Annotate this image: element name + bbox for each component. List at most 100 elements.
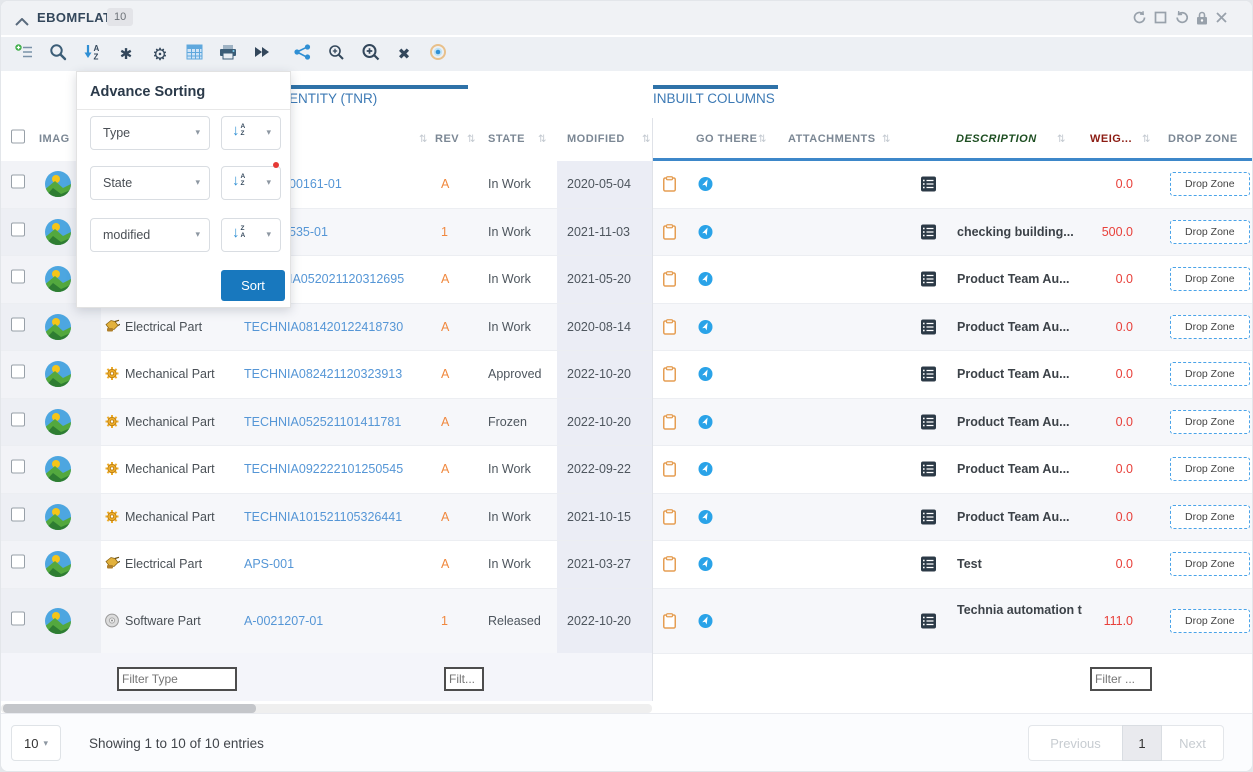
filter-rev-input[interactable] xyxy=(444,667,484,691)
attachment-globe-icon[interactable] xyxy=(698,319,713,334)
sort-field-select-2[interactable]: State ▾ xyxy=(90,166,210,200)
part-thumbnail[interactable] xyxy=(45,171,71,197)
row-checkbox[interactable] xyxy=(11,555,25,574)
go-there-clipboard-icon[interactable] xyxy=(663,613,676,629)
description-table-icon[interactable] xyxy=(921,224,936,239)
part-name-link[interactable]: APS-001 xyxy=(244,557,294,571)
clear-button[interactable]: ✖ xyxy=(387,39,421,69)
part-thumbnail[interactable] xyxy=(45,551,71,577)
undo-icon[interactable] xyxy=(1174,10,1189,25)
filter-type-input[interactable] xyxy=(117,667,237,691)
sort-direction-select-1[interactable]: ↓AZ ▾ xyxy=(221,116,281,150)
drop-zone-button[interactable]: Drop Zone xyxy=(1170,457,1250,481)
part-thumbnail[interactable] xyxy=(45,456,71,482)
attachment-globe-icon[interactable] xyxy=(698,272,713,287)
row-checkbox[interactable] xyxy=(11,611,25,630)
part-thumbnail[interactable] xyxy=(45,219,71,245)
column-header-image[interactable]: IMAG xyxy=(39,133,70,145)
drop-zone-button[interactable]: Drop Zone xyxy=(1170,267,1250,291)
part-name-link[interactable]: TECHNIA101521105326441 xyxy=(244,510,402,524)
advanced-sort-button[interactable]: AZ xyxy=(75,39,109,69)
row-checkbox[interactable] xyxy=(11,365,25,384)
part-name-link[interactable]: A-0021207-01 xyxy=(244,614,323,628)
current-page-button[interactable]: 1 xyxy=(1122,725,1162,761)
description-table-icon[interactable] xyxy=(921,509,936,524)
attachment-globe-icon[interactable] xyxy=(698,509,713,524)
lock-icon[interactable] xyxy=(1196,11,1208,25)
go-there-clipboard-icon[interactable] xyxy=(663,556,676,572)
select-all-checkbox[interactable] xyxy=(11,130,25,149)
go-there-clipboard-icon[interactable] xyxy=(663,414,676,430)
go-there-clipboard-icon[interactable] xyxy=(663,319,676,335)
drop-zone-button[interactable]: Drop Zone xyxy=(1170,410,1250,434)
attachment-globe-icon[interactable] xyxy=(698,613,713,628)
description-table-icon[interactable] xyxy=(921,613,936,628)
sort-direction-select-2[interactable]: ↓AZ ▾ xyxy=(221,166,281,200)
print-button[interactable] xyxy=(211,39,245,69)
part-name-link[interactable]: 00161-01 xyxy=(289,177,342,191)
description-table-icon[interactable] xyxy=(921,177,936,192)
sort-arrows-icon[interactable]: ⇅ xyxy=(419,134,427,145)
drop-zone-button[interactable]: Drop Zone xyxy=(1170,172,1250,196)
attachment-globe-icon[interactable] xyxy=(698,177,713,192)
part-thumbnail[interactable] xyxy=(45,266,71,292)
attachment-globe-icon[interactable] xyxy=(698,367,713,382)
go-there-clipboard-icon[interactable] xyxy=(663,271,676,287)
column-header-modified[interactable]: MODIFIED xyxy=(567,133,625,145)
zoom-in-button[interactable] xyxy=(353,39,387,69)
description-table-icon[interactable] xyxy=(921,272,936,287)
column-header-state[interactable]: STATE xyxy=(488,133,525,145)
restore-window-icon[interactable] xyxy=(1154,11,1167,24)
part-name-link[interactable]: IA052021120312695 xyxy=(289,272,404,286)
part-name-link[interactable]: TECHNIA082421120323913 xyxy=(244,367,402,381)
row-checkbox[interactable] xyxy=(11,460,25,479)
row-checkbox[interactable] xyxy=(11,175,25,194)
expand-all-button[interactable] xyxy=(245,39,279,69)
zoom-search-button[interactable] xyxy=(319,39,353,69)
attachment-globe-icon[interactable] xyxy=(698,224,713,239)
search-button[interactable] xyxy=(41,39,75,69)
drop-zone-button[interactable]: Drop Zone xyxy=(1170,362,1250,386)
description-table-icon[interactable] xyxy=(921,414,936,429)
filter-weight-input[interactable] xyxy=(1090,667,1152,691)
add-row-button[interactable] xyxy=(7,39,41,69)
sort-arrows-icon[interactable]: ⇅ xyxy=(467,134,475,145)
go-there-clipboard-icon[interactable] xyxy=(663,366,676,382)
settings-button[interactable]: ⚙ xyxy=(143,39,177,69)
drop-zone-button[interactable]: Drop Zone xyxy=(1170,220,1250,244)
table-view-button[interactable] xyxy=(177,39,211,69)
column-header-attachments[interactable]: ATTACHMENTS xyxy=(788,133,876,145)
part-thumbnail[interactable] xyxy=(45,409,71,435)
sort-field-select-1[interactable]: Type ▾ xyxy=(90,116,210,150)
part-name-link[interactable]: TECHNIA081420122418730 xyxy=(244,320,403,334)
column-header-weight[interactable]: WEIG... xyxy=(1090,133,1132,145)
sort-button[interactable]: Sort xyxy=(221,270,285,301)
row-checkbox[interactable] xyxy=(11,507,25,526)
refresh-icon[interactable] xyxy=(1132,10,1147,25)
description-table-icon[interactable] xyxy=(921,557,936,572)
horizontal-scrollbar[interactable] xyxy=(1,704,652,713)
go-there-clipboard-icon[interactable] xyxy=(663,224,676,240)
drop-zone-button[interactable]: Drop Zone xyxy=(1170,505,1250,529)
column-header-go-there[interactable]: GO THERE xyxy=(696,133,757,145)
drop-zone-button[interactable]: Drop Zone xyxy=(1170,315,1250,339)
go-there-clipboard-icon[interactable] xyxy=(663,461,676,477)
previous-page-button[interactable]: Previous xyxy=(1028,725,1122,761)
go-there-clipboard-icon[interactable] xyxy=(663,176,676,192)
row-checkbox[interactable] xyxy=(11,270,25,289)
sort-arrows-icon[interactable]: ⇅ xyxy=(538,134,546,145)
part-thumbnail[interactable] xyxy=(45,361,71,387)
close-icon[interactable] xyxy=(1215,11,1228,24)
drop-zone-button[interactable]: Drop Zone xyxy=(1170,552,1250,576)
part-name-link[interactable]: 535-01 xyxy=(289,225,328,239)
description-table-icon[interactable] xyxy=(921,319,936,334)
row-checkbox[interactable] xyxy=(11,222,25,241)
sort-arrows-icon[interactable]: ⇅ xyxy=(642,134,650,145)
go-there-clipboard-icon[interactable] xyxy=(663,509,676,525)
attachment-globe-icon[interactable] xyxy=(698,462,713,477)
sort-arrows-icon[interactable]: ⇅ xyxy=(758,134,766,145)
part-name-link[interactable]: TECHNIA052521101411781 xyxy=(244,415,401,429)
sort-arrows-icon[interactable]: ⇅ xyxy=(1142,134,1150,145)
scrollbar-thumb[interactable] xyxy=(3,704,256,713)
column-header-rev[interactable]: REV xyxy=(435,133,459,145)
